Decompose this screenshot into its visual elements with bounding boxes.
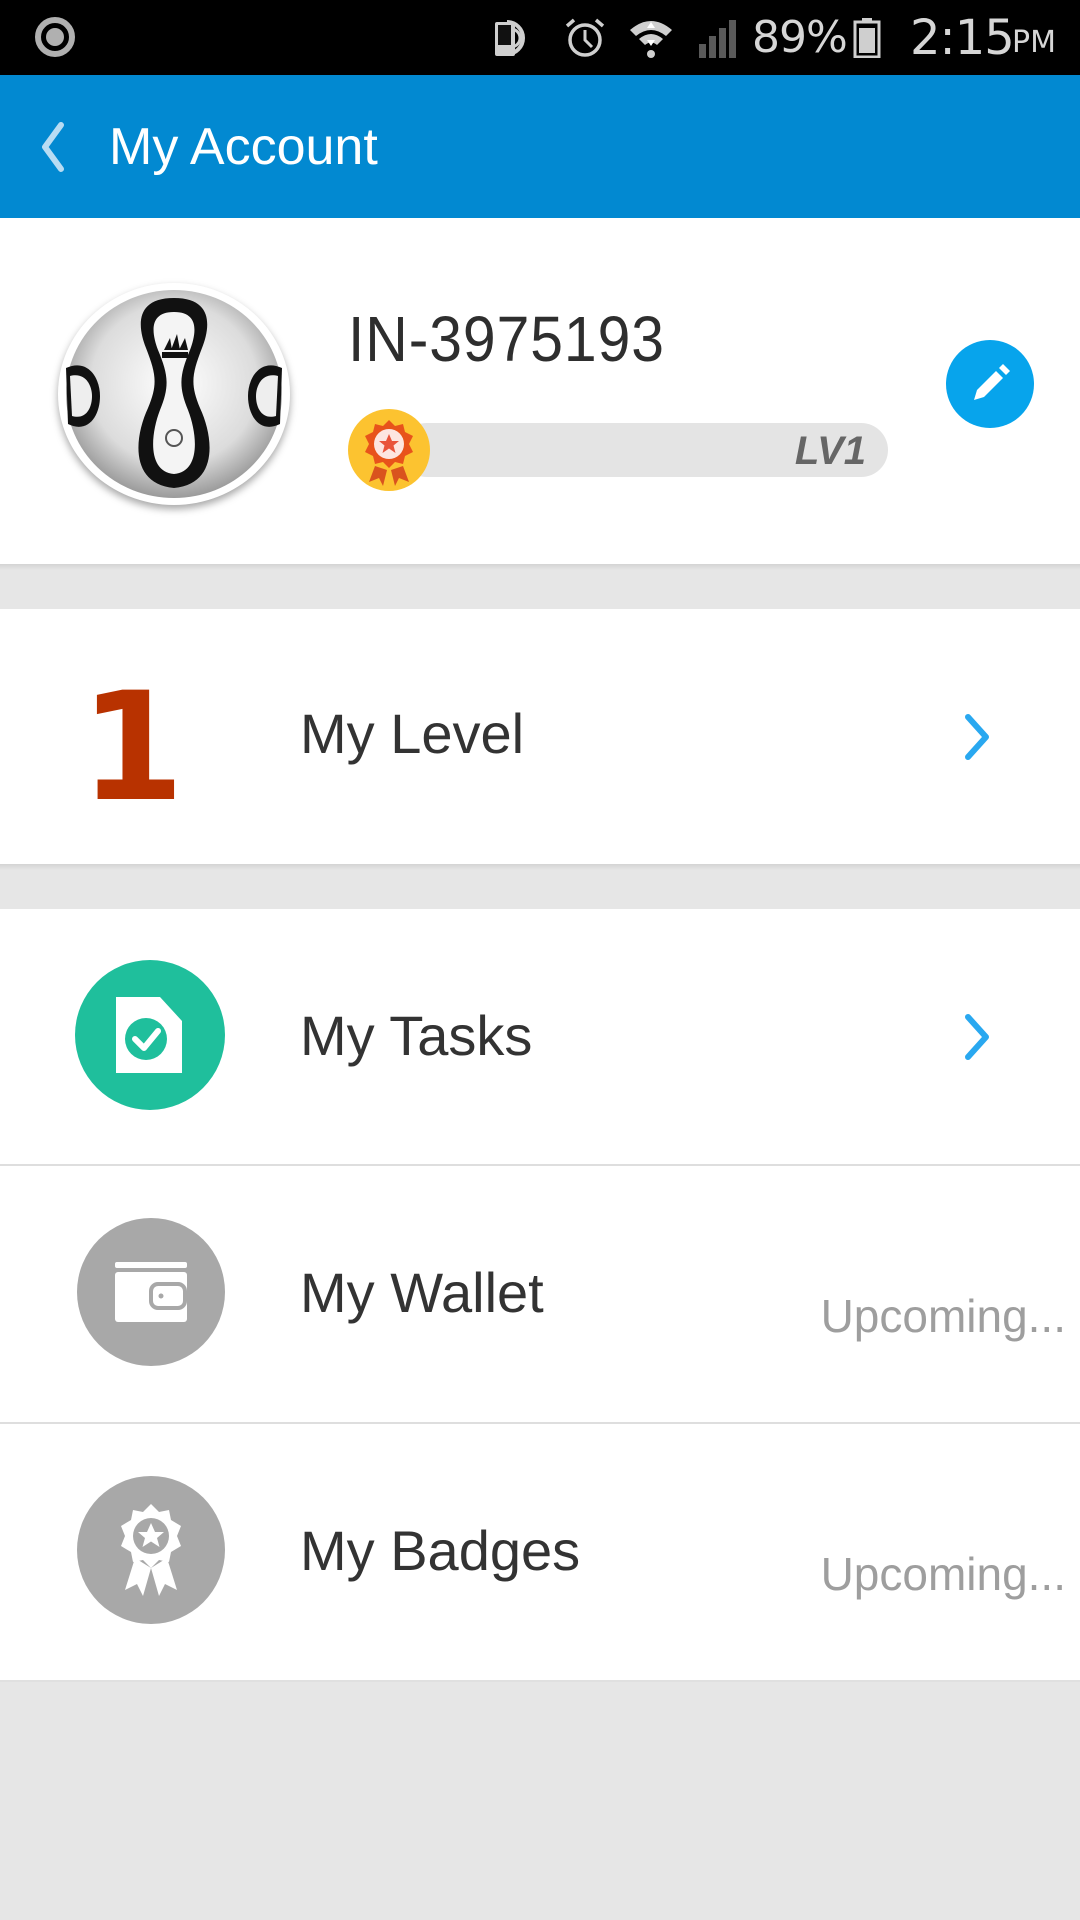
signal-icon — [699, 20, 736, 58]
clock-ampm: PM — [1012, 25, 1056, 60]
wallet-icon — [115, 1262, 187, 1322]
level-badge-label: LV1 — [794, 429, 866, 473]
level-progress-bar: LV1 — [400, 423, 888, 477]
menu-row-my-badges[interactable]: My Badges Upcoming... — [0, 1424, 1080, 1680]
menu-row-label: My Level — [300, 702, 525, 765]
badges-icon-circle — [77, 1476, 225, 1624]
battery-icon — [853, 18, 881, 58]
edit-profile-button[interactable] — [946, 340, 1034, 428]
tasks-icon-circle — [75, 960, 225, 1110]
wallet-status: Upcoming... — [820, 1290, 1066, 1342]
chevron-right-icon — [965, 714, 989, 760]
page-title: My Account — [109, 118, 378, 176]
task-check-icon — [116, 997, 182, 1073]
section-gap — [0, 564, 1080, 609]
empty-area — [0, 1682, 1080, 1920]
status-bar: 89% 2:15 PM — [0, 0, 1080, 75]
badges-status: Upcoming... — [820, 1548, 1066, 1600]
nfc-icon — [495, 20, 525, 56]
ring-indicator-icon — [35, 17, 75, 57]
chevron-right-icon — [965, 1014, 989, 1060]
clock-time: 2:15 — [910, 10, 1015, 66]
battery-percent: 89% — [752, 12, 848, 63]
avatar[interactable] — [58, 283, 290, 505]
wallet-icon-circle — [77, 1218, 225, 1366]
soccer-ball-avatar — [66, 290, 282, 498]
back-chevron-icon — [42, 122, 64, 172]
back-button[interactable] — [22, 105, 82, 189]
menu-row-my-wallet[interactable]: My Wallet Upcoming... — [0, 1166, 1080, 1422]
medal-icon — [348, 409, 430, 491]
menu-row-label: My Tasks — [300, 1004, 533, 1067]
menu-row-my-level[interactable]: 1 My Level — [0, 609, 1080, 864]
profile-card: IN-3975193 LV1 — [0, 218, 1080, 564]
user-id: IN-3975193 — [348, 303, 665, 375]
alarm-icon — [565, 18, 605, 57]
pencil-icon — [974, 364, 1010, 400]
badge-ribbon-icon — [121, 1504, 181, 1596]
section-gap — [0, 864, 1080, 909]
menu-row-label: My Wallet — [300, 1261, 544, 1324]
wifi-icon — [630, 21, 672, 58]
app-bar: My Account — [0, 75, 1080, 218]
menu-row-label: My Badges — [300, 1519, 581, 1582]
menu-row-my-tasks[interactable]: My Tasks — [0, 909, 1080, 1164]
level-number: 1 — [80, 661, 185, 835]
